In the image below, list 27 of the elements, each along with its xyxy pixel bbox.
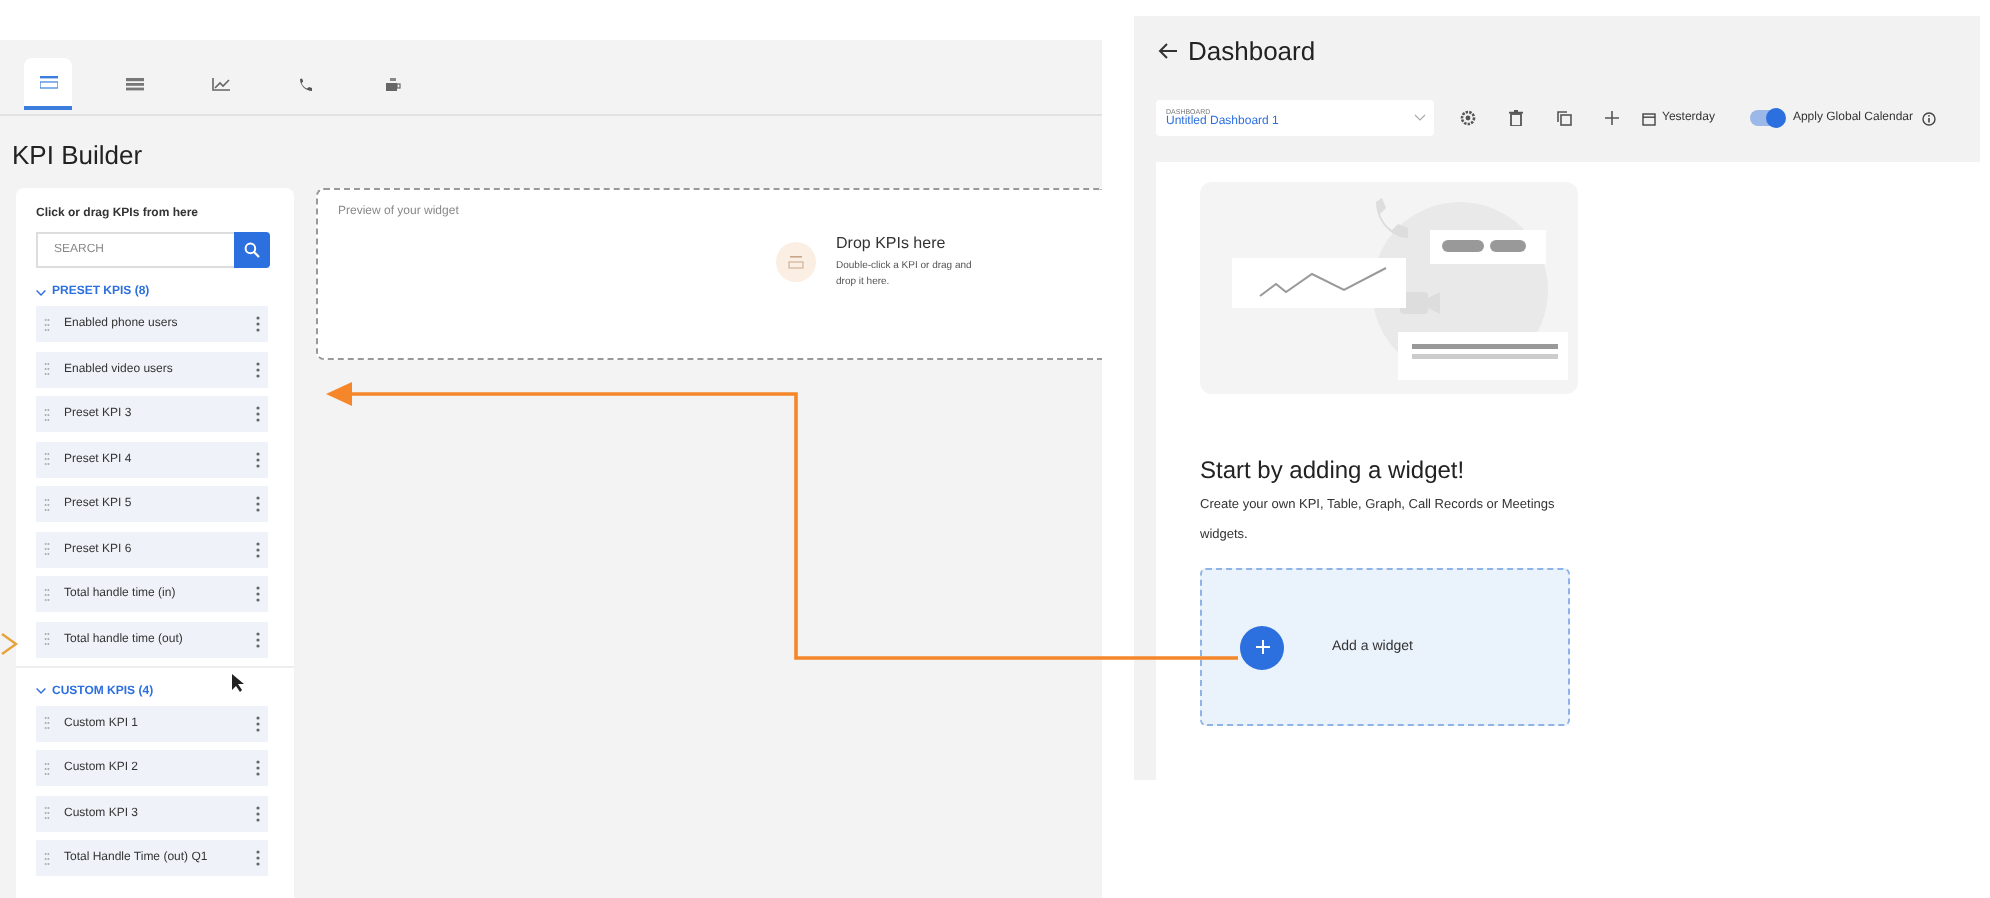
info-icon[interactable] xyxy=(1921,111,1936,125)
search-icon xyxy=(244,242,260,258)
chevron-icon xyxy=(36,688,46,694)
line-chart-icon xyxy=(211,77,229,91)
phone-icon xyxy=(297,77,315,91)
page-title: KPI Builder xyxy=(12,140,145,170)
toggle-switch[interactable] xyxy=(1750,110,1785,126)
copy-icon xyxy=(1556,110,1572,126)
chevron-icon xyxy=(36,289,46,295)
numbers-icon xyxy=(39,75,57,89)
search-button[interactable] xyxy=(234,232,270,268)
settings-icon xyxy=(1460,110,1476,126)
drop-title: Drop KPIs here xyxy=(836,234,948,252)
empty-state-heading: Start by adding a widget! xyxy=(1200,456,1467,484)
back-arrow-icon[interactable] xyxy=(1158,42,1178,60)
page-title: Dashboard xyxy=(1188,36,1316,66)
cursor-icon xyxy=(232,674,244,692)
tab[interactable] xyxy=(24,58,72,110)
chevron-icon xyxy=(1414,114,1426,122)
table-icon xyxy=(125,77,143,91)
coffee-cup-icon xyxy=(383,77,401,91)
plus-icon xyxy=(1604,110,1620,126)
trash-icon xyxy=(1508,110,1524,126)
numbers-icon xyxy=(776,242,816,282)
calendar-icon xyxy=(1642,111,1656,125)
chevron-icon xyxy=(1,633,19,655)
plus-icon xyxy=(1240,625,1284,669)
